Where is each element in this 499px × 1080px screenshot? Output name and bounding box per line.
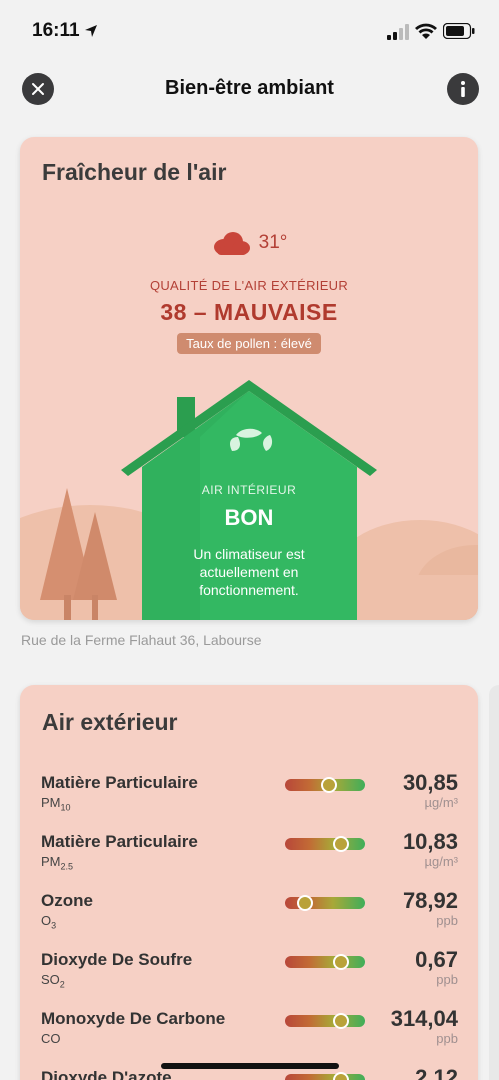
pollutant-name: Dioxyde De Soufre: [41, 950, 193, 969]
pollutant-name: Matière Particulaire: [41, 773, 198, 792]
gauge-indicator: [333, 836, 349, 852]
formula-base: PM: [41, 854, 61, 869]
gauge-indicator: [297, 895, 313, 911]
formula-subscript: 3: [51, 920, 57, 931]
indoor-air-value: BON: [224, 505, 274, 530]
pollutant-gauge: [285, 895, 365, 911]
gauge-indicator: [333, 1013, 349, 1029]
pollutant-unit: ppb: [436, 1031, 458, 1046]
pollutant-row[interactable]: Matière Particulaire PM10 30,85 µg/m³: [20, 770, 478, 825]
info-icon: [461, 81, 465, 97]
pollutant-value: 78,92: [402, 888, 458, 913]
outdoor-air-quality-value: 38 – MAUVAISE: [160, 299, 338, 325]
pollutant-value: 2,12: [415, 1065, 458, 1080]
home-indicator[interactable]: [161, 1063, 339, 1069]
pollutant-unit: µg/m³: [424, 854, 459, 869]
pollutant-value: 10,83: [402, 829, 458, 854]
formula-subscript: 2: [59, 979, 65, 990]
pollutant-row[interactable]: Monoxyde De Carbone CO 314,04 ppb: [20, 1006, 478, 1061]
pollutant-formula: PM10: [41, 795, 71, 813]
outdoor-air-card[interactable]: Air extérieur Matière Particulaire PM10 30…: [20, 685, 478, 1080]
pollutant-value: 30,85: [402, 770, 458, 795]
pollutant-row[interactable]: Matière Particulaire PM2.5 10,83 µg/m³: [20, 829, 478, 884]
gauge-indicator: [333, 1072, 349, 1080]
formula-subscript: 2.5: [60, 861, 74, 872]
gauge-indicator: [333, 954, 349, 970]
next-card-peek[interactable]: [489, 685, 499, 1080]
pollutant-row[interactable]: Ozone O3 78,92 ppb: [20, 888, 478, 943]
location-address: Rue de la Ferme Flahaut 36, Labourse: [21, 632, 262, 648]
pollutant-value: 314,04: [390, 1006, 458, 1031]
weather-summary: 31°: [20, 230, 478, 256]
status-time: 16:11: [32, 20, 80, 41]
pollutant-formula: CO: [41, 1031, 61, 1049]
pollutant-unit: ppb: [436, 972, 458, 987]
indoor-air-description: Un climatiseur est actuellement en fonct…: [193, 546, 305, 598]
cloud-icon: [213, 232, 250, 255]
formula-subscript: 10: [60, 802, 71, 813]
formula-base: CO: [41, 1031, 61, 1046]
wifi-icon: [415, 23, 437, 39]
status-bar: 16:11: [0, 0, 499, 60]
pollutant-name: Matière Particulaire: [41, 832, 198, 851]
pollutant-name: Ozone: [41, 891, 93, 910]
pollutant-value: 0,67: [415, 947, 458, 972]
pollutant-unit: µg/m³: [424, 795, 459, 810]
formula-base: SO: [41, 972, 60, 987]
cellular-signal-icon: [387, 24, 409, 40]
pollutant-row[interactable]: Dioxyde D'azoteNO22,12ppb: [20, 1065, 478, 1080]
pollutant-gauge: [285, 777, 365, 793]
pollutant-name: Monoxyde De Carbone: [41, 1009, 226, 1028]
pollutant-gauge: [285, 954, 365, 970]
pollutant-row[interactable]: Dioxyde De Soufre SO2 0,67 ppb: [20, 947, 478, 1002]
pollutant-name: Dioxyde D'azote: [41, 1068, 172, 1080]
pollutant-gauge: [285, 836, 365, 852]
formula-base: O: [41, 913, 52, 928]
pollutant-formula: O3: [41, 913, 56, 931]
card-title-outdoor: Air extérieur: [42, 709, 178, 735]
battery-icon: [443, 23, 475, 39]
temperature: 31°: [258, 232, 288, 253]
navigation-bar: Bien-être ambiant: [0, 70, 499, 110]
info-button[interactable]: [447, 73, 479, 105]
indoor-air-label: AIR INTÉRIEUR: [201, 483, 297, 497]
pollen-badge: Taux de pollen : élevé: [177, 333, 321, 354]
formula-base: PM: [41, 795, 61, 810]
pollutant-gauge: [285, 1013, 365, 1029]
pollutant-unit: ppb: [436, 913, 458, 928]
pollutant-formula: PM2.5: [41, 854, 73, 872]
air-freshness-card[interactable]: Fraîcheur de l'air 31° QUALITÉ DE L'AIR …: [20, 137, 478, 620]
pollutant-formula: SO2: [41, 972, 65, 990]
outdoor-air-quality-label: QUALITÉ DE L'AIR EXTÉRIEUR: [149, 278, 349, 293]
gauge-indicator: [321, 777, 337, 793]
card-title-freshness: Fraîcheur de l'air: [42, 159, 227, 185]
pollutant-gauge: [285, 1072, 365, 1080]
page-title: Bien-être ambiant: [165, 77, 334, 99]
location-arrow-icon: [85, 25, 97, 37]
